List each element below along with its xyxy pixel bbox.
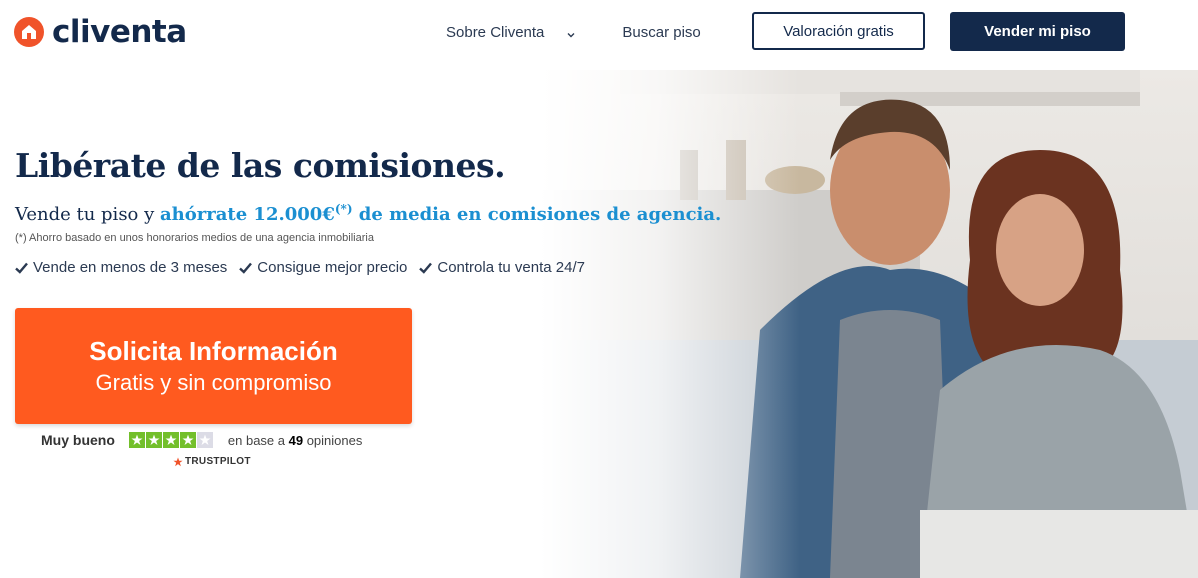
rating-suffix: opiniones: [303, 432, 363, 448]
hero-title: Libérate de las comisiones.: [15, 146, 506, 185]
rating-stars: [128, 432, 214, 448]
savings-footnote: (*) Ahorro basado en unos honorarios med…: [15, 232, 374, 244]
trustpilot-text: TRUSTPILOT: [185, 456, 251, 467]
trustpilot-star-icon: [173, 457, 183, 466]
nav-buscar-piso[interactable]: Buscar piso: [622, 24, 700, 41]
rating-summary: en base a 49 opiniones: [228, 433, 362, 448]
checkmark-icon: [15, 262, 28, 274]
subtitle-suffix: de media en comisiones de agencia.: [352, 204, 722, 225]
star-icon: [162, 432, 179, 448]
photo-fade-overlay: [540, 70, 800, 578]
trustpilot-rating[interactable]: Muy bueno en base a 49 opiniones: [41, 432, 362, 448]
savings-amount: ahórrate 12.000€: [160, 204, 335, 225]
star-icon: [145, 432, 162, 448]
checkmark-icon: [239, 262, 253, 274]
benefit-label: Controla tu venta 24/7: [437, 259, 585, 276]
rating-label: Muy bueno: [41, 432, 115, 448]
main-nav: Sobre Cliventa Buscar piso: [446, 12, 701, 52]
cta-subtitle: Gratis y sin compromiso: [95, 370, 332, 395]
hero-subtitle: Vende tu piso y ahórrate 12.000€(*) de m…: [15, 202, 721, 225]
hero-section: Libérate de las comisiones. Vende tu pis…: [0, 70, 1198, 578]
house-icon: [14, 17, 44, 47]
rating-prefix: en base a: [227, 432, 289, 448]
cta-title: Solicita Información: [89, 336, 338, 366]
logo[interactable]: cliventa: [14, 14, 187, 50]
trustpilot-logo[interactable]: TRUSTPILOT: [173, 456, 251, 467]
checkmark-icon: [419, 262, 433, 274]
benefit-label: Consigue mejor precio: [257, 259, 408, 276]
chevron-down-icon[interactable]: [566, 27, 576, 38]
site-header: cliventa Sobre Cliventa Buscar piso Valo…: [0, 0, 1198, 70]
logo-text: cliventa: [52, 14, 187, 50]
solicita-informacion-button[interactable]: Solicita Información Gratis y sin compro…: [15, 308, 412, 424]
star-icon: [196, 432, 213, 448]
valoracion-gratis-button[interactable]: Valoración gratis: [752, 12, 925, 50]
benefit-label: Vende en menos de 3 meses: [33, 259, 228, 276]
subtitle-highlight: ahórrate 12.000€(*) de media en comision…: [160, 202, 722, 225]
benefits-list: Vende en menos de 3 meses Consigue mejor…: [15, 259, 597, 276]
footnote-mark: (*): [334, 202, 353, 216]
rating-count: 49: [288, 432, 304, 448]
star-icon: [179, 432, 196, 448]
benefit-item: Vende en menos de 3 meses: [15, 259, 227, 276]
benefit-item: Consigue mejor precio: [239, 259, 407, 276]
nav-sobre-cliventa[interactable]: Sobre Cliventa: [446, 24, 544, 41]
subtitle-prefix: Vende tu piso y: [15, 204, 161, 225]
vender-mi-piso-button[interactable]: Vender mi piso: [950, 12, 1125, 51]
benefit-item: Controla tu venta 24/7: [419, 259, 585, 276]
star-icon: [128, 432, 145, 448]
